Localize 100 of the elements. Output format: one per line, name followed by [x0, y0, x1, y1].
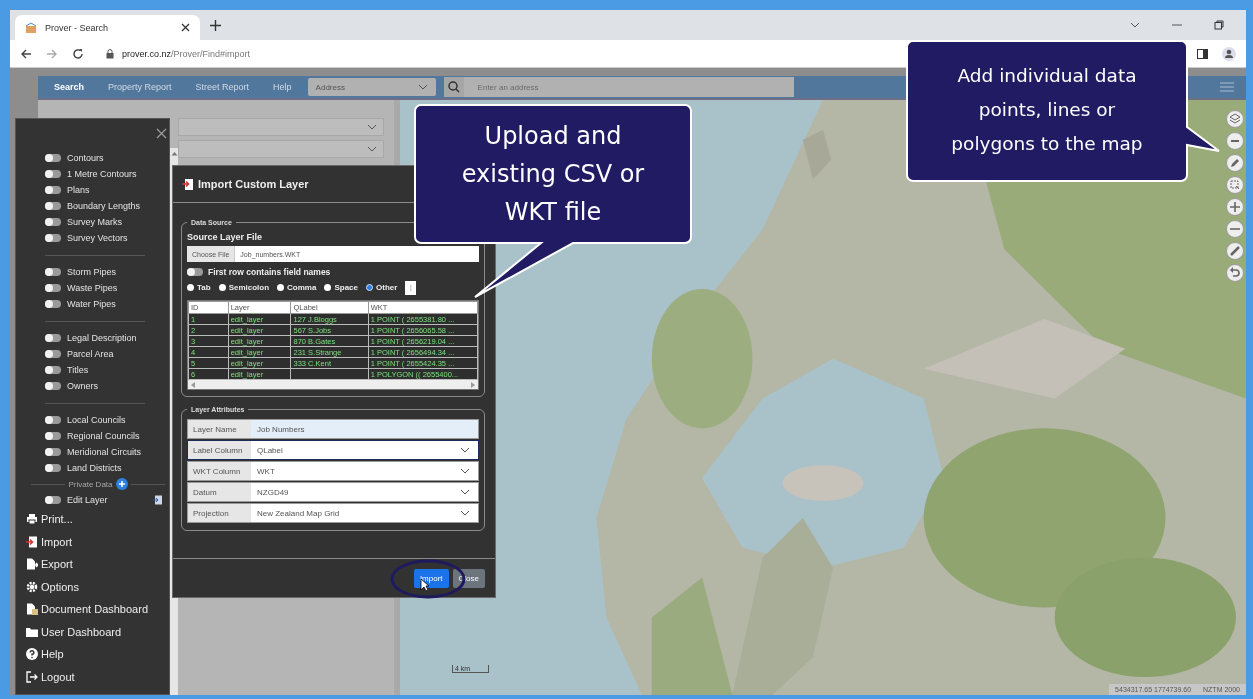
nav-link[interactable]: Search — [42, 82, 97, 92]
menu-item[interactable]: User Dashboard — [16, 620, 169, 643]
back-icon[interactable] — [20, 47, 32, 60]
layer-label: Storm Pipes — [67, 267, 117, 277]
toggle-switch[interactable] — [45, 366, 61, 374]
pencil-icon[interactable] — [1226, 154, 1244, 172]
scroll-up-icon[interactable] — [170, 151, 178, 156]
layer-label: Water Pipes — [67, 299, 116, 309]
add-icon[interactable] — [115, 478, 128, 490]
toggle-switch[interactable] — [45, 464, 61, 472]
toggle-switch[interactable] — [45, 154, 61, 162]
menu-item[interactable]: Export — [16, 553, 169, 576]
address-search-field[interactable]: Enter an address — [463, 77, 794, 97]
ruler-icon[interactable] — [1226, 242, 1244, 260]
toggle-switch[interactable] — [45, 234, 61, 242]
layer-label: Regional Councils — [67, 431, 140, 441]
layer-label: Parcel Area — [67, 349, 114, 359]
toggle-switch[interactable] — [45, 416, 61, 424]
layer-label: Meridional Circuits — [67, 447, 142, 457]
toggle-switch[interactable] — [45, 496, 61, 504]
toggle-switch[interactable] — [45, 350, 61, 358]
site-icon — [25, 21, 37, 34]
profile-icon[interactable] — [1222, 46, 1236, 61]
zoom-out-icon[interactable] — [1226, 220, 1244, 238]
radio-button[interactable] — [218, 284, 226, 291]
restore-icon[interactable] — [1214, 20, 1224, 30]
search-type-dropdown[interactable]: Address — [307, 78, 436, 96]
callout-text: Add individual data points, lines or polygons to the map — [950, 64, 1144, 156]
minus-icon[interactable] — [1226, 132, 1244, 150]
new-tab-icon[interactable] — [210, 19, 221, 31]
layer-label: Survey Marks — [67, 217, 122, 227]
printer-icon — [26, 513, 38, 526]
lock-icon — [106, 48, 114, 59]
layer-label: Contours — [67, 153, 104, 163]
chevron-down-icon — [367, 124, 377, 130]
radio-label: Semicolon — [228, 283, 270, 292]
import-file-icon — [182, 177, 194, 191]
layers-icon[interactable] — [1226, 110, 1244, 128]
layer-label: Land Districts — [67, 463, 122, 473]
menu-item[interactable]: Options — [16, 575, 169, 598]
toggle-switch[interactable] — [45, 268, 61, 276]
chevron-down-icon — [367, 146, 377, 152]
layer-label: Waste Pipes — [67, 283, 118, 293]
import-file-icon — [26, 535, 38, 548]
radio-label: Tab — [197, 283, 211, 292]
layer-label: Titles — [67, 365, 89, 375]
dialog-button[interactable]: Import — [413, 568, 449, 588]
toggle-switch[interactable] — [45, 284, 61, 292]
undo-icon[interactable] — [1226, 264, 1244, 282]
nav-link[interactable]: Property Report — [96, 82, 184, 92]
toggle-switch[interactable] — [45, 218, 61, 226]
toggle-switch[interactable] — [45, 202, 61, 210]
search-icon[interactable] — [443, 77, 464, 97]
toggle-label: First row contains field names — [208, 267, 331, 277]
layer-label: Edit Layer — [67, 495, 108, 505]
document-icon — [26, 603, 38, 616]
toggle-switch[interactable] — [45, 300, 61, 308]
layer-label: Owners — [67, 381, 98, 391]
layer-label: Legal Description — [67, 333, 137, 343]
toggle-switch[interactable] — [45, 186, 61, 194]
section-label: Private Data — [68, 479, 113, 489]
toggle-switch[interactable] — [45, 382, 61, 390]
menu-item[interactable]: Print... — [16, 508, 169, 531]
radio-label: Comma — [287, 283, 317, 292]
import-file-icon[interactable] — [153, 495, 163, 505]
side-panel-icon[interactable] — [1197, 48, 1208, 59]
zoom-in-icon[interactable] — [1226, 198, 1244, 216]
layer-label: Survey Vectors — [67, 233, 128, 243]
dropdown-field[interactable] — [178, 140, 384, 158]
help-icon — [26, 648, 38, 661]
layer-label: Plans — [67, 185, 90, 195]
menu-item[interactable]: Document Dashboard — [16, 598, 169, 621]
chevron-down-icon — [417, 84, 428, 90]
field-label: Source Layer File — [187, 232, 264, 242]
logout-icon — [26, 670, 38, 683]
browser-tab[interactable]: Prover - Search — [15, 15, 200, 40]
radio-button[interactable] — [187, 284, 194, 291]
chevron-down-icon[interactable] — [1130, 22, 1140, 28]
dropdown-field[interactable] — [178, 118, 384, 136]
menu-item[interactable]: Help — [16, 643, 169, 666]
layer-label: 1 Metre Contours — [67, 169, 137, 179]
radio-button[interactable] — [366, 284, 373, 291]
gear-icon — [26, 580, 38, 593]
menu-item[interactable]: Logout — [16, 665, 169, 688]
toggle-switch[interactable] — [187, 268, 203, 276]
close-icon[interactable] — [181, 23, 190, 32]
layer-label: Boundary Lengths — [67, 201, 141, 211]
layer-label: Local Councils — [67, 415, 126, 425]
export-file-icon — [26, 558, 38, 571]
toggle-switch[interactable] — [45, 432, 61, 440]
radio-button[interactable] — [324, 284, 332, 291]
toggle-switch[interactable] — [45, 170, 61, 178]
toggle-switch[interactable] — [45, 334, 61, 342]
callout-text: Upload and existing CSV or WKT file — [460, 121, 646, 228]
toggle-switch[interactable] — [45, 448, 61, 456]
menu-item[interactable]: Import — [16, 530, 169, 553]
radio-button[interactable] — [277, 284, 285, 291]
radio-label: Space — [334, 283, 358, 292]
dialog-title: Import Custom Layer — [198, 178, 309, 190]
reload-icon[interactable] — [72, 47, 84, 60]
